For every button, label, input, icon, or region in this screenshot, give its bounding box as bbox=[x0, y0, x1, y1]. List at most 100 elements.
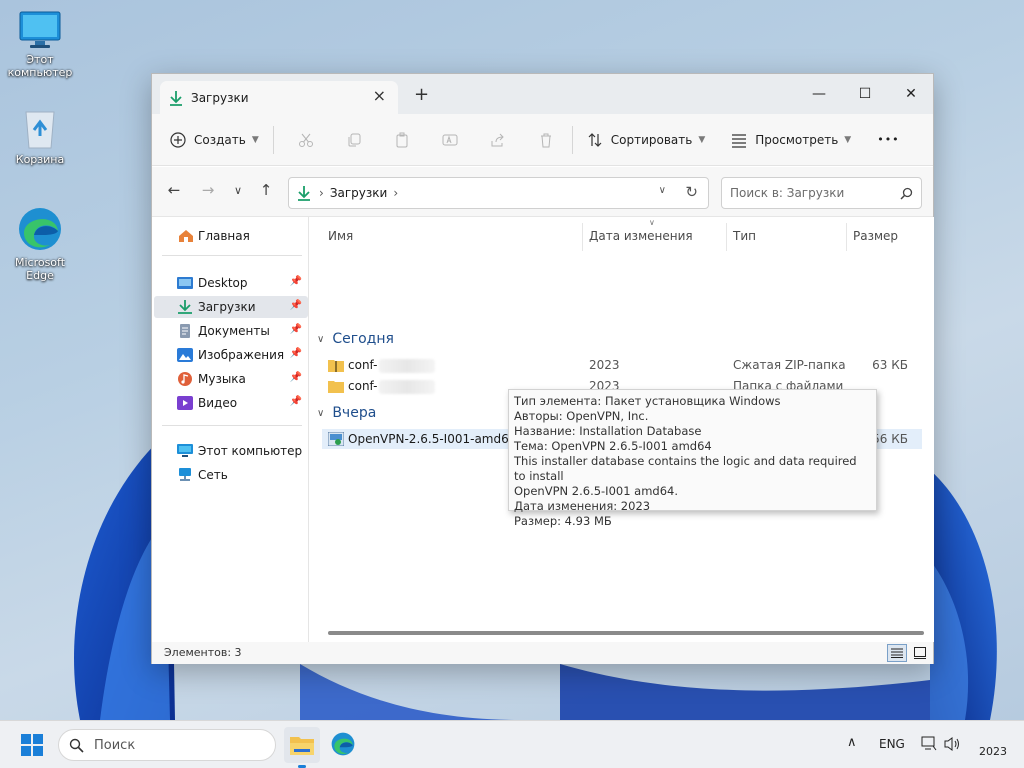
sidebar-item-label: Документы bbox=[198, 324, 270, 338]
group-header-today[interactable]: ∨ Сегодня bbox=[317, 331, 394, 347]
delete-button[interactable] bbox=[530, 124, 562, 156]
sidebar-item-videos[interactable]: Видео 📌 bbox=[154, 392, 308, 414]
tab-close-icon[interactable]: × bbox=[373, 88, 386, 104]
recycle-bin-icon bbox=[25, 111, 55, 149]
address-dropdown-icon[interactable]: ∨ bbox=[659, 185, 666, 196]
sidebar-item-documents[interactable]: Документы 📌 bbox=[154, 320, 308, 342]
arrow-up-icon: ↑ bbox=[259, 181, 273, 199]
sidebar-item-label: Музыка bbox=[198, 372, 246, 386]
search-icon bbox=[900, 187, 913, 200]
plus-circle-icon bbox=[170, 131, 186, 148]
group-header-yesterday[interactable]: ∨ Вчера bbox=[317, 405, 376, 421]
video-icon bbox=[177, 396, 193, 410]
group-label: Сегодня bbox=[332, 331, 394, 347]
column-divider bbox=[846, 223, 847, 251]
sidebar-item-desktop[interactable]: Desktop 📌 bbox=[154, 272, 308, 294]
group-label: Вчера bbox=[332, 405, 377, 421]
cut-button[interactable] bbox=[290, 124, 322, 156]
address-bar[interactable]: › Загрузки › ∨ ↻ bbox=[288, 177, 709, 209]
file-size: 63 КБ bbox=[872, 358, 908, 372]
file-explorer-window: Загрузки × + — ☐ ✕ Создать ▼ Сортировать… bbox=[151, 73, 934, 664]
column-header-size[interactable]: Размер bbox=[853, 229, 898, 243]
music-icon bbox=[178, 372, 192, 386]
sort-button[interactable]: Сортировать ▼ bbox=[587, 124, 706, 156]
taskbar-edge[interactable] bbox=[330, 731, 356, 760]
sidebar-item-label: Изображения bbox=[198, 348, 285, 362]
column-header-date[interactable]: Дата изменения bbox=[589, 229, 693, 243]
maximize-button[interactable]: ☐ bbox=[842, 80, 888, 108]
chevron-down-icon: ▼ bbox=[251, 134, 259, 145]
desktop-icon-edge[interactable]: Microsoft Edge bbox=[2, 205, 78, 282]
desktop-icon-this-pc[interactable]: Этот компьютер bbox=[2, 10, 78, 79]
sidebar-item-this-pc[interactable]: Этот компьютер bbox=[154, 440, 308, 462]
volume-icon[interactable] bbox=[944, 736, 962, 752]
table-row[interactable]: conf- 2023 Сжатая ZIP-папка 63 КБ bbox=[322, 355, 922, 375]
sidebar-item-pictures[interactable]: Изображения 📌 bbox=[154, 344, 308, 366]
create-button[interactable]: Создать ▼ bbox=[170, 124, 259, 156]
folder-icon bbox=[290, 737, 314, 755]
sidebar-item-label: Сеть bbox=[198, 468, 228, 482]
sidebar-item-downloads[interactable]: Загрузки 📌 bbox=[154, 296, 308, 318]
paste-icon bbox=[396, 132, 408, 147]
breadcrumb-downloads[interactable]: Загрузки bbox=[330, 186, 388, 200]
share-button[interactable] bbox=[482, 124, 514, 156]
tooltip-line: This installer database contains the log… bbox=[514, 454, 857, 483]
sidebar-item-label: Этот компьютер bbox=[198, 444, 303, 458]
start-button[interactable] bbox=[21, 734, 43, 756]
view-button[interactable]: Просмотреть ▼ bbox=[731, 124, 851, 156]
edge-icon bbox=[19, 208, 61, 250]
redacted-text bbox=[379, 379, 436, 394]
download-icon bbox=[170, 90, 182, 106]
column-header-name[interactable]: Имя bbox=[328, 229, 353, 243]
sidebar-item-label: Видео bbox=[198, 396, 238, 410]
refresh-icon[interactable]: ↻ bbox=[685, 183, 698, 201]
chevron-down-icon: ∨ bbox=[317, 333, 325, 345]
sort-icon bbox=[588, 132, 602, 147]
horizontal-scrollbar[interactable] bbox=[328, 631, 924, 635]
sidebar-item-network[interactable]: Сеть bbox=[154, 464, 308, 486]
clock[interactable]: 2023 bbox=[979, 745, 1007, 758]
home-icon bbox=[179, 230, 193, 242]
chevron-down-icon: ▼ bbox=[698, 134, 706, 145]
back-button[interactable]: ← bbox=[164, 180, 184, 200]
download-icon bbox=[178, 300, 192, 314]
paste-button[interactable] bbox=[386, 124, 418, 156]
tooltip-line: Название: Installation Database bbox=[514, 424, 702, 438]
forward-button[interactable]: → bbox=[198, 180, 218, 200]
desktop-icon-label: Корзина bbox=[15, 153, 65, 166]
scissors-icon bbox=[298, 133, 313, 147]
pin-icon: 📌 bbox=[289, 348, 302, 359]
sidebar-item-home[interactable]: Главная bbox=[154, 225, 308, 247]
tooltip-line: Тема: OpenVPN 2.6.5-I001 amd64 bbox=[514, 439, 712, 453]
column-header-type[interactable]: Тип bbox=[733, 229, 756, 243]
language-indicator[interactable]: ENG bbox=[879, 737, 905, 751]
tab-downloads[interactable]: Загрузки × bbox=[160, 81, 398, 114]
copy-button[interactable] bbox=[338, 124, 370, 156]
file-name: conf- bbox=[348, 358, 436, 373]
taskbar-file-explorer[interactable] bbox=[284, 727, 320, 763]
taskbar-search[interactable]: Поиск bbox=[58, 729, 276, 761]
up-button[interactable]: ↑ bbox=[256, 180, 276, 200]
desktop-icon-recycle-bin[interactable]: Корзина bbox=[2, 106, 78, 166]
details-view-button[interactable] bbox=[887, 644, 907, 662]
minimize-button[interactable]: — bbox=[796, 80, 842, 108]
more-options-button[interactable]: ••• bbox=[877, 124, 899, 156]
search-icon bbox=[69, 738, 84, 753]
recent-locations-button[interactable]: ∨ bbox=[228, 180, 248, 200]
pictures-icon bbox=[177, 348, 193, 362]
close-button[interactable]: ✕ bbox=[888, 80, 934, 108]
monitor-icon bbox=[177, 444, 193, 457]
search-input[interactable]: Поиск в: Загрузки bbox=[721, 177, 922, 209]
column-divider bbox=[582, 223, 583, 251]
toolbar-divider bbox=[571, 125, 573, 154]
tiles-view-button[interactable] bbox=[910, 644, 930, 662]
network-icon[interactable] bbox=[921, 736, 937, 752]
new-tab-button[interactable]: + bbox=[414, 86, 429, 104]
sidebar-item-label: Главная bbox=[198, 229, 250, 243]
desktop-icon bbox=[177, 277, 193, 289]
pin-icon: 📌 bbox=[289, 324, 302, 335]
sidebar-item-music[interactable]: Музыка 📌 bbox=[154, 368, 308, 390]
pin-icon: 📌 bbox=[289, 372, 302, 383]
rename-button[interactable] bbox=[434, 124, 466, 156]
tray-overflow-icon[interactable]: ∧ bbox=[847, 735, 857, 750]
